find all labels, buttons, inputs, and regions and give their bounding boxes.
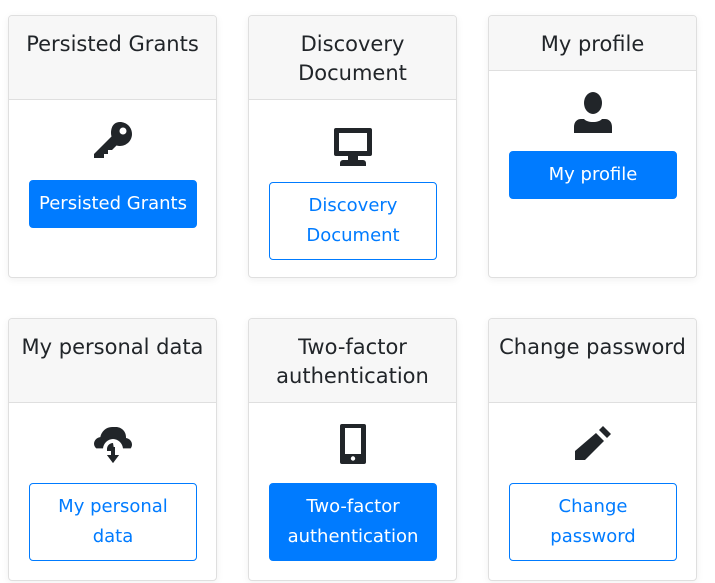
card-header: My profile: [489, 16, 696, 71]
card-discovery-document: Discovery Document Discovery Document: [248, 15, 457, 278]
change-password-button[interactable]: Change password: [509, 483, 677, 561]
card-title: Change password: [499, 335, 686, 359]
pencil-icon: [572, 423, 614, 465]
card-body: Change password: [489, 403, 696, 580]
card-header: Two-factor authentication: [249, 319, 456, 403]
card-body: My personal data: [9, 403, 216, 580]
key-icon: [92, 120, 134, 162]
card-my-personal-data: My personal data My personal data: [8, 318, 217, 581]
my-personal-data-button[interactable]: My personal data: [29, 483, 197, 561]
card-change-password: Change password Change password: [488, 318, 697, 581]
card-title: My personal data: [21, 335, 204, 359]
card-body: My profile: [489, 71, 696, 219]
cloud-download-icon: [92, 423, 134, 465]
my-profile-button[interactable]: My profile: [509, 151, 677, 199]
card-body: Discovery Document: [249, 100, 456, 277]
card-persisted-grants: Persisted Grants Persisted Grants: [8, 15, 217, 278]
two-factor-authentication-button[interactable]: Two-factor authentication: [269, 483, 437, 561]
card-body: Two-factor authentication: [249, 403, 456, 580]
card-my-profile: My profile My profile: [488, 15, 697, 278]
card-header: Discovery Document: [249, 16, 456, 100]
card-two-factor-authentication: Two-factor authentication Two-factor aut…: [248, 318, 457, 581]
person-icon: [572, 91, 614, 133]
card-header: Persisted Grants: [9, 16, 216, 100]
persisted-grants-button[interactable]: Persisted Grants: [29, 180, 197, 228]
discovery-document-button[interactable]: Discovery Document: [269, 182, 437, 260]
card-title: Persisted Grants: [26, 32, 199, 56]
card-title: My profile: [540, 32, 645, 56]
card-header: Change password: [489, 319, 696, 403]
mobile-phone-icon: [332, 423, 374, 465]
card-title: Discovery Document: [298, 32, 407, 85]
card-title: Two-factor authentication: [276, 335, 429, 388]
card-header: My personal data: [9, 319, 216, 403]
card-body: Persisted Grants: [9, 100, 216, 248]
desktop-monitor-icon: [332, 126, 374, 168]
